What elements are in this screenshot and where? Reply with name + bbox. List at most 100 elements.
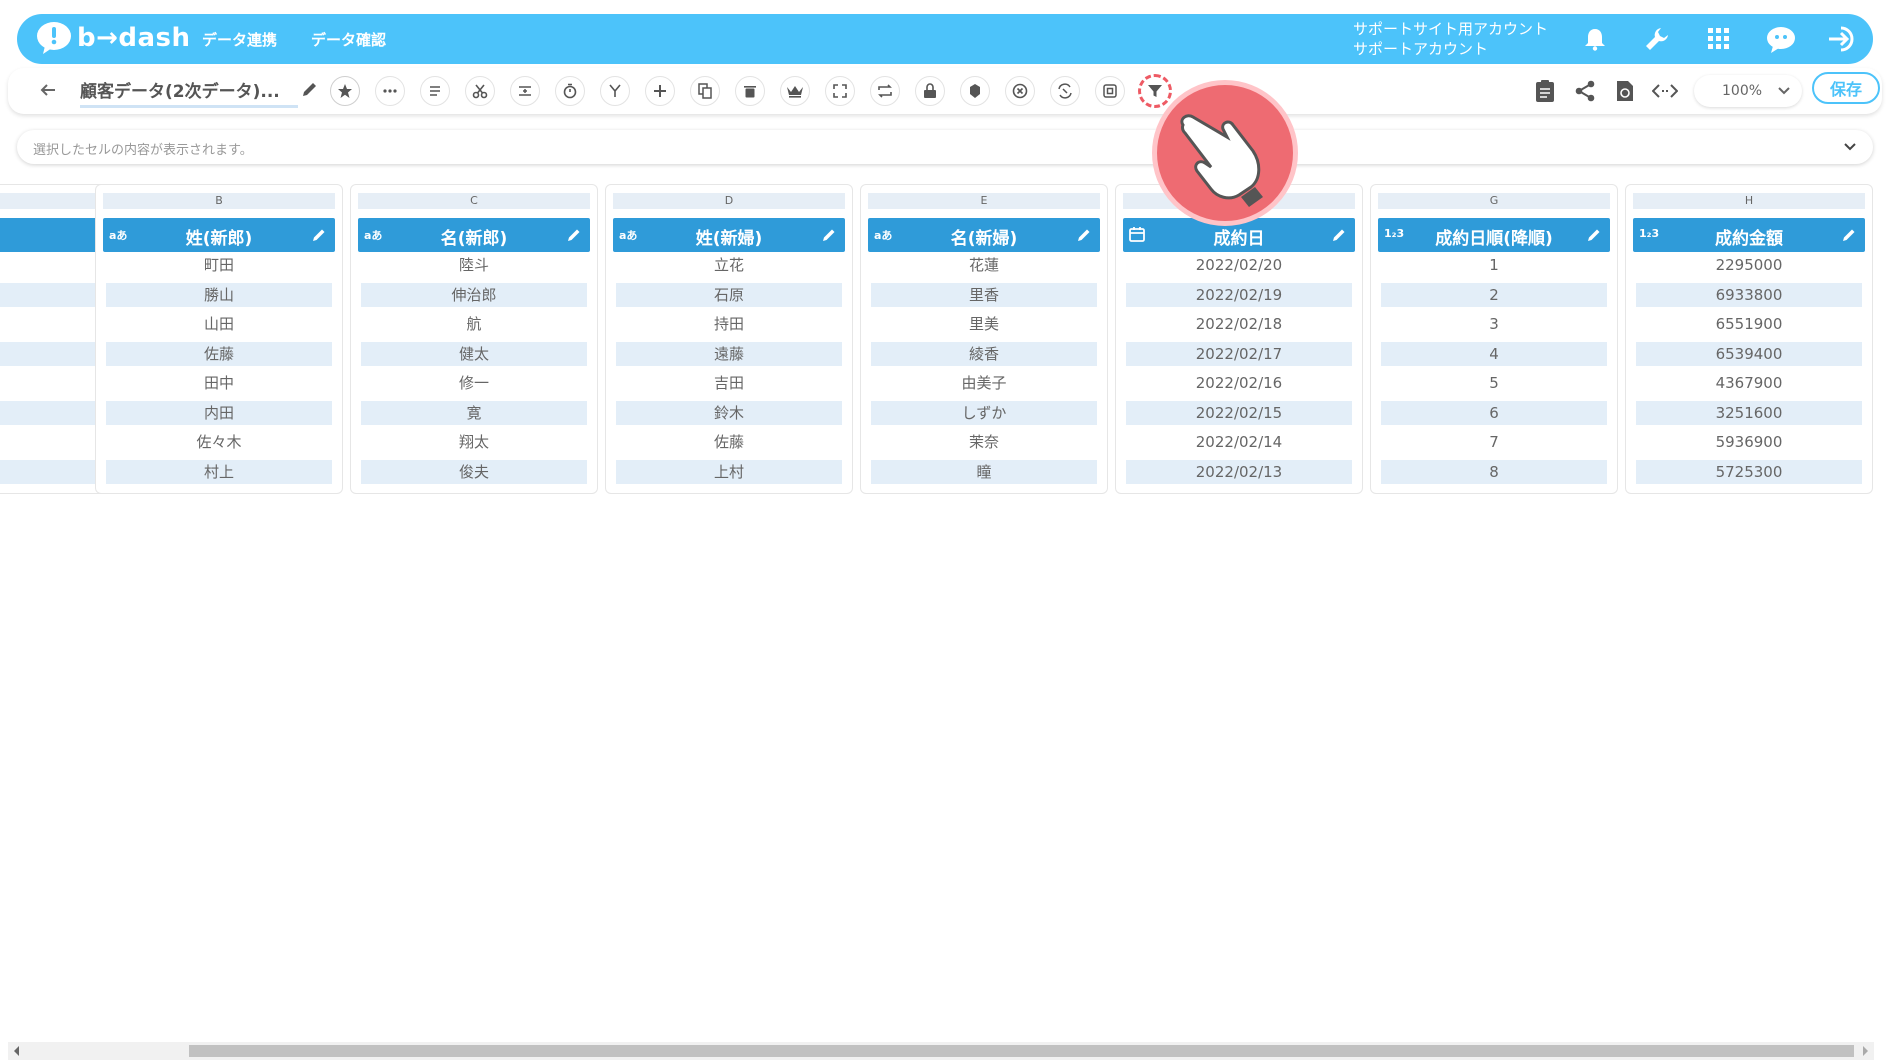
trash-icon[interactable]: [735, 76, 765, 106]
chevron-down-icon[interactable]: [1839, 136, 1861, 158]
table-cell[interactable]: 健太: [361, 342, 587, 366]
table-cell[interactable]: 2022/02/14: [1126, 430, 1352, 454]
column-header[interactable]: 1₂3 成約日順(降順): [1378, 218, 1610, 252]
column-letter[interactable]: H: [1633, 193, 1865, 209]
column-header[interactable]: aあ 姓(新婦): [613, 218, 845, 252]
scroll-left-icon[interactable]: [14, 1046, 19, 1056]
table-cell[interactable]: 2: [1381, 283, 1607, 307]
horizontal-scrollbar[interactable]: [8, 1042, 1874, 1060]
column-letter[interactable]: G: [1378, 193, 1610, 209]
edit-column-icon[interactable]: [1076, 227, 1092, 243]
column-header[interactable]: aあ 名(新婦): [868, 218, 1100, 252]
apps-grid-icon[interactable]: [1701, 21, 1737, 57]
table-cell[interactable]: 4367900: [1636, 371, 1862, 395]
nav-data-check[interactable]: データ確認: [311, 29, 386, 50]
zoom-select[interactable]: 100%: [1694, 75, 1802, 107]
table-cell[interactable]: 町田: [106, 253, 332, 277]
copy-icon[interactable]: [690, 76, 720, 106]
back-arrow-icon[interactable]: [36, 78, 60, 102]
table-cell[interactable]: 3251600: [1636, 401, 1862, 425]
table-cell[interactable]: 由美子: [871, 371, 1097, 395]
repeat-icon[interactable]: [870, 76, 900, 106]
table-cell[interactable]: 佐々木: [106, 430, 332, 454]
edit-column-icon[interactable]: [311, 227, 327, 243]
branch-icon[interactable]: [600, 76, 630, 106]
table-cell[interactable]: しずか: [871, 401, 1097, 425]
table-cell[interactable]: 5725300: [1636, 460, 1862, 484]
edit-column-icon[interactable]: [1331, 227, 1347, 243]
brand-logo[interactable]: b→dash: [35, 20, 191, 56]
page-title[interactable]: 顧客データ(2次データ)...: [80, 77, 298, 108]
clipboard-icon[interactable]: [1532, 76, 1558, 106]
column-letter[interactable]: B: [103, 193, 335, 209]
account-info[interactable]: サポートサイト用アカウント サポートアカウント: [1353, 19, 1548, 59]
star-icon[interactable]: [330, 76, 360, 106]
column-letter[interactable]: D: [613, 193, 845, 209]
edit-title-icon[interactable]: [301, 80, 319, 98]
table-cell[interactable]: 2022/02/20: [1126, 253, 1352, 277]
column-letter[interactable]: C: [358, 193, 590, 209]
logout-icon[interactable]: [1825, 21, 1861, 57]
table-cell[interactable]: 内田: [106, 401, 332, 425]
table-cell[interactable]: 4: [1381, 342, 1607, 366]
edit-column-icon[interactable]: [1841, 227, 1857, 243]
table-cell[interactable]: 5936900: [1636, 430, 1862, 454]
ellipsis-icon[interactable]: [375, 76, 405, 106]
table-cell[interactable]: 俊夫: [361, 460, 587, 484]
close-circle-icon[interactable]: [1005, 76, 1035, 106]
transform-icon[interactable]: [1050, 76, 1080, 106]
table-cell[interactable]: 伸治郎: [361, 283, 587, 307]
share-icon[interactable]: [1572, 76, 1598, 106]
table-cell[interactable]: 村上: [106, 460, 332, 484]
table-cell[interactable]: 瞳: [871, 460, 1097, 484]
table-cell[interactable]: 石原: [616, 283, 842, 307]
table-cell[interactable]: 2022/02/18: [1126, 312, 1352, 336]
table-cell[interactable]: 2022/02/13: [1126, 460, 1352, 484]
table-cell[interactable]: 里香: [871, 283, 1097, 307]
expand-icon[interactable]: [825, 76, 855, 106]
table-cell[interactable]: 勝山: [106, 283, 332, 307]
lock-icon[interactable]: [915, 76, 945, 106]
export-icon[interactable]: [960, 76, 990, 106]
code-icon[interactable]: [1652, 76, 1678, 106]
table-cell[interactable]: 6: [1381, 401, 1607, 425]
add-icon[interactable]: [645, 76, 675, 106]
merge-icon[interactable]: [510, 76, 540, 106]
table-cell[interactable]: 7: [1381, 430, 1607, 454]
table-cell[interactable]: 2022/02/19: [1126, 283, 1352, 307]
table-cell[interactable]: 遠藤: [616, 342, 842, 366]
table-cell[interactable]: 3: [1381, 312, 1607, 336]
text-lines-icon[interactable]: [420, 76, 450, 106]
table-cell[interactable]: 吉田: [616, 371, 842, 395]
table-cell[interactable]: 花蓮: [871, 253, 1097, 277]
table-cell[interactable]: 翔太: [361, 430, 587, 454]
table-cell[interactable]: 6539400: [1636, 342, 1862, 366]
table-cell[interactable]: 里美: [871, 312, 1097, 336]
table-cell[interactable]: 8: [1381, 460, 1607, 484]
table-cell[interactable]: 航: [361, 312, 587, 336]
table-cell[interactable]: 田中: [106, 371, 332, 395]
column-header[interactable]: aあ 名(新郎): [358, 218, 590, 252]
table-cell[interactable]: 2022/02/17: [1126, 342, 1352, 366]
table-cell[interactable]: 陸斗: [361, 253, 587, 277]
column-letter[interactable]: E: [868, 193, 1100, 209]
column-header[interactable]: aあ 姓(新郎): [103, 218, 335, 252]
scroll-right-icon[interactable]: [1863, 1046, 1868, 1056]
history-file-icon[interactable]: [1612, 76, 1638, 106]
table-cell[interactable]: 修一: [361, 371, 587, 395]
table-cell[interactable]: 上村: [616, 460, 842, 484]
table-cell[interactable]: 5: [1381, 371, 1607, 395]
table-cell[interactable]: 6551900: [1636, 312, 1862, 336]
table-cell[interactable]: 2022/02/16: [1126, 371, 1352, 395]
nav-data-integration[interactable]: データ連携: [202, 29, 277, 50]
table-cell[interactable]: 寛: [361, 401, 587, 425]
table-cell[interactable]: 佐藤: [616, 430, 842, 454]
table-cell[interactable]: 2295000: [1636, 253, 1862, 277]
support-chat-icon[interactable]: [1763, 21, 1799, 57]
table-cell[interactable]: 山田: [106, 312, 332, 336]
wrench-icon[interactable]: [1639, 21, 1675, 57]
timer-icon[interactable]: [555, 76, 585, 106]
table-cell[interactable]: 2022/02/15: [1126, 401, 1352, 425]
table-cell[interactable]: 佐藤: [106, 342, 332, 366]
table-cell[interactable]: 鈴木: [616, 401, 842, 425]
